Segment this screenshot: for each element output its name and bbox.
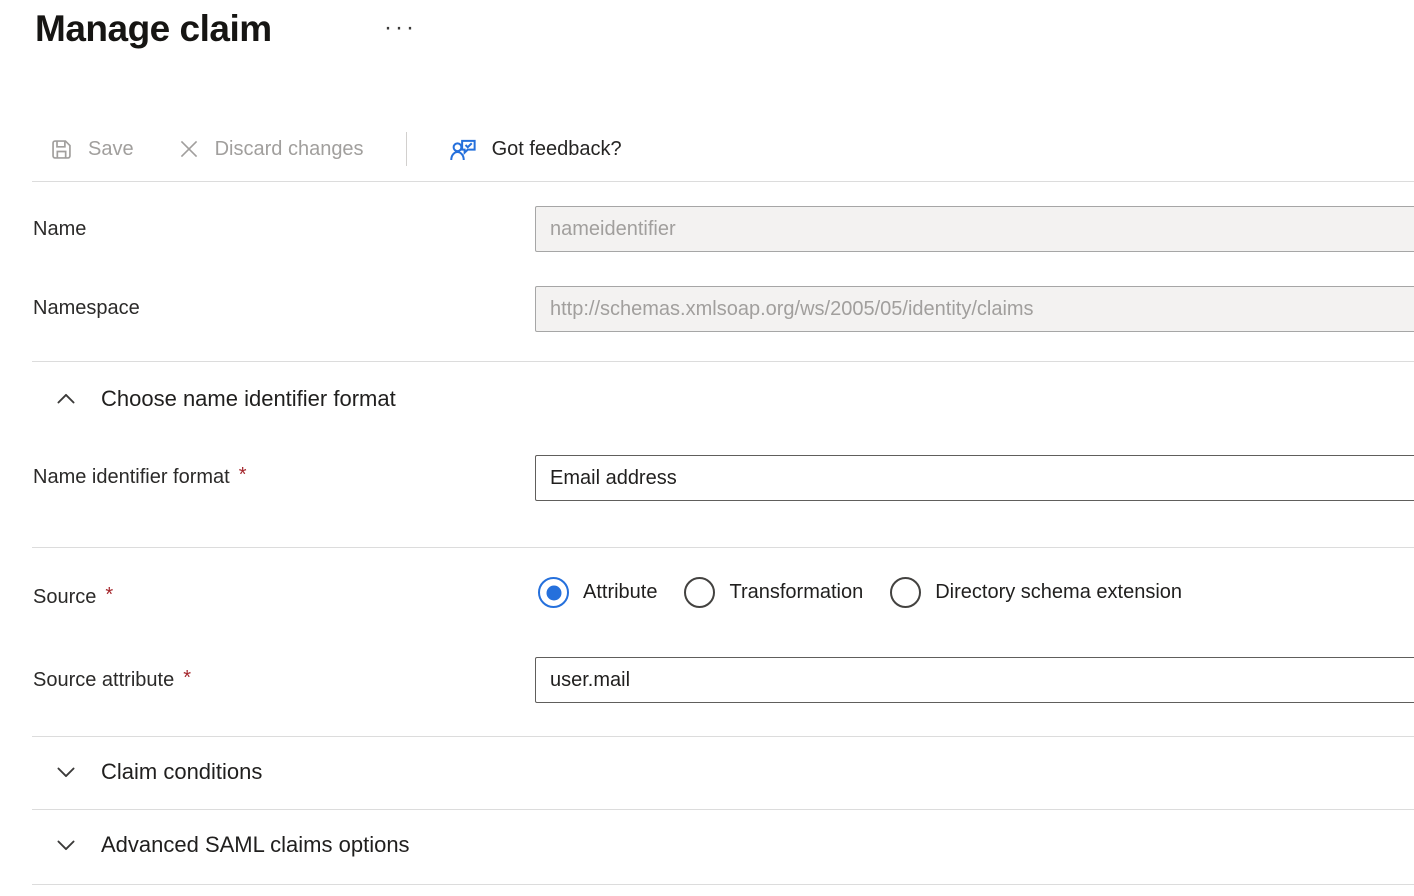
chevron-up-icon xyxy=(52,385,80,413)
got-feedback-label: Got feedback? xyxy=(492,138,622,161)
source-attribute-input[interactable] xyxy=(535,657,1414,703)
name-identifier-format-label-text: Name identifier format xyxy=(33,466,230,488)
radio-unselected-icon xyxy=(684,577,715,608)
name-input xyxy=(535,206,1414,252)
section-title: Advanced SAML claims options xyxy=(101,832,410,858)
source-label-text: Source xyxy=(33,586,96,608)
section-claim-conditions[interactable]: Claim conditions xyxy=(52,758,262,786)
section-choose-name-identifier-format[interactable]: Choose name identifier format xyxy=(52,385,396,413)
radio-unselected-icon xyxy=(890,577,921,608)
context-menu-ellipsis[interactable]: ··· xyxy=(384,14,417,42)
source-attribute-label: Source attribute * xyxy=(33,669,191,692)
required-asterisk: * xyxy=(239,464,247,486)
name-identifier-format-label: Name identifier format * xyxy=(33,466,247,489)
manage-claim-page: Manage claim ··· Save Discard changes xyxy=(0,0,1414,896)
radio-transformation-label: Transformation xyxy=(729,581,863,604)
source-label: Source * xyxy=(33,586,113,609)
command-bar: Save Discard changes Got feedback? xyxy=(48,126,622,172)
feedback-icon xyxy=(449,134,479,164)
save-icon xyxy=(48,136,75,163)
radio-transformation[interactable]: Transformation xyxy=(684,577,863,608)
namespace-input xyxy=(535,286,1414,332)
section-title: Choose name identifier format xyxy=(101,386,396,412)
source-radio-group: Attribute Transformation Directory schem… xyxy=(538,577,1182,608)
close-icon xyxy=(176,136,202,162)
toolbar-divider xyxy=(406,132,407,166)
divider xyxy=(32,736,1414,737)
chevron-down-icon xyxy=(52,831,80,859)
radio-attribute-label: Attribute xyxy=(583,581,657,604)
radio-attribute[interactable]: Attribute xyxy=(538,577,657,608)
section-title: Claim conditions xyxy=(101,759,262,785)
chevron-down-icon xyxy=(52,758,80,786)
divider xyxy=(32,884,1414,885)
radio-directory-schema-extension[interactable]: Directory schema extension xyxy=(890,577,1182,608)
save-button[interactable]: Save xyxy=(48,136,134,163)
section-advanced-saml-claims-options[interactable]: Advanced SAML claims options xyxy=(52,831,410,859)
name-identifier-format-value: Email address xyxy=(550,467,677,490)
divider xyxy=(32,181,1414,182)
name-identifier-format-dropdown[interactable]: Email address xyxy=(535,455,1414,501)
got-feedback-button[interactable]: Got feedback? xyxy=(449,134,622,164)
divider xyxy=(32,547,1414,548)
divider xyxy=(32,809,1414,810)
required-asterisk: * xyxy=(183,667,191,689)
radio-selected-icon xyxy=(538,577,569,608)
save-label: Save xyxy=(88,138,134,161)
radio-directory-schema-extension-label: Directory schema extension xyxy=(935,581,1182,604)
divider xyxy=(32,361,1414,362)
namespace-label: Namespace xyxy=(33,297,140,320)
discard-changes-label: Discard changes xyxy=(215,138,364,161)
required-asterisk: * xyxy=(105,584,113,606)
discard-changes-button[interactable]: Discard changes xyxy=(176,136,364,162)
page-title: Manage claim xyxy=(35,8,272,50)
name-label: Name xyxy=(33,218,86,241)
source-attribute-label-text: Source attribute xyxy=(33,669,174,691)
